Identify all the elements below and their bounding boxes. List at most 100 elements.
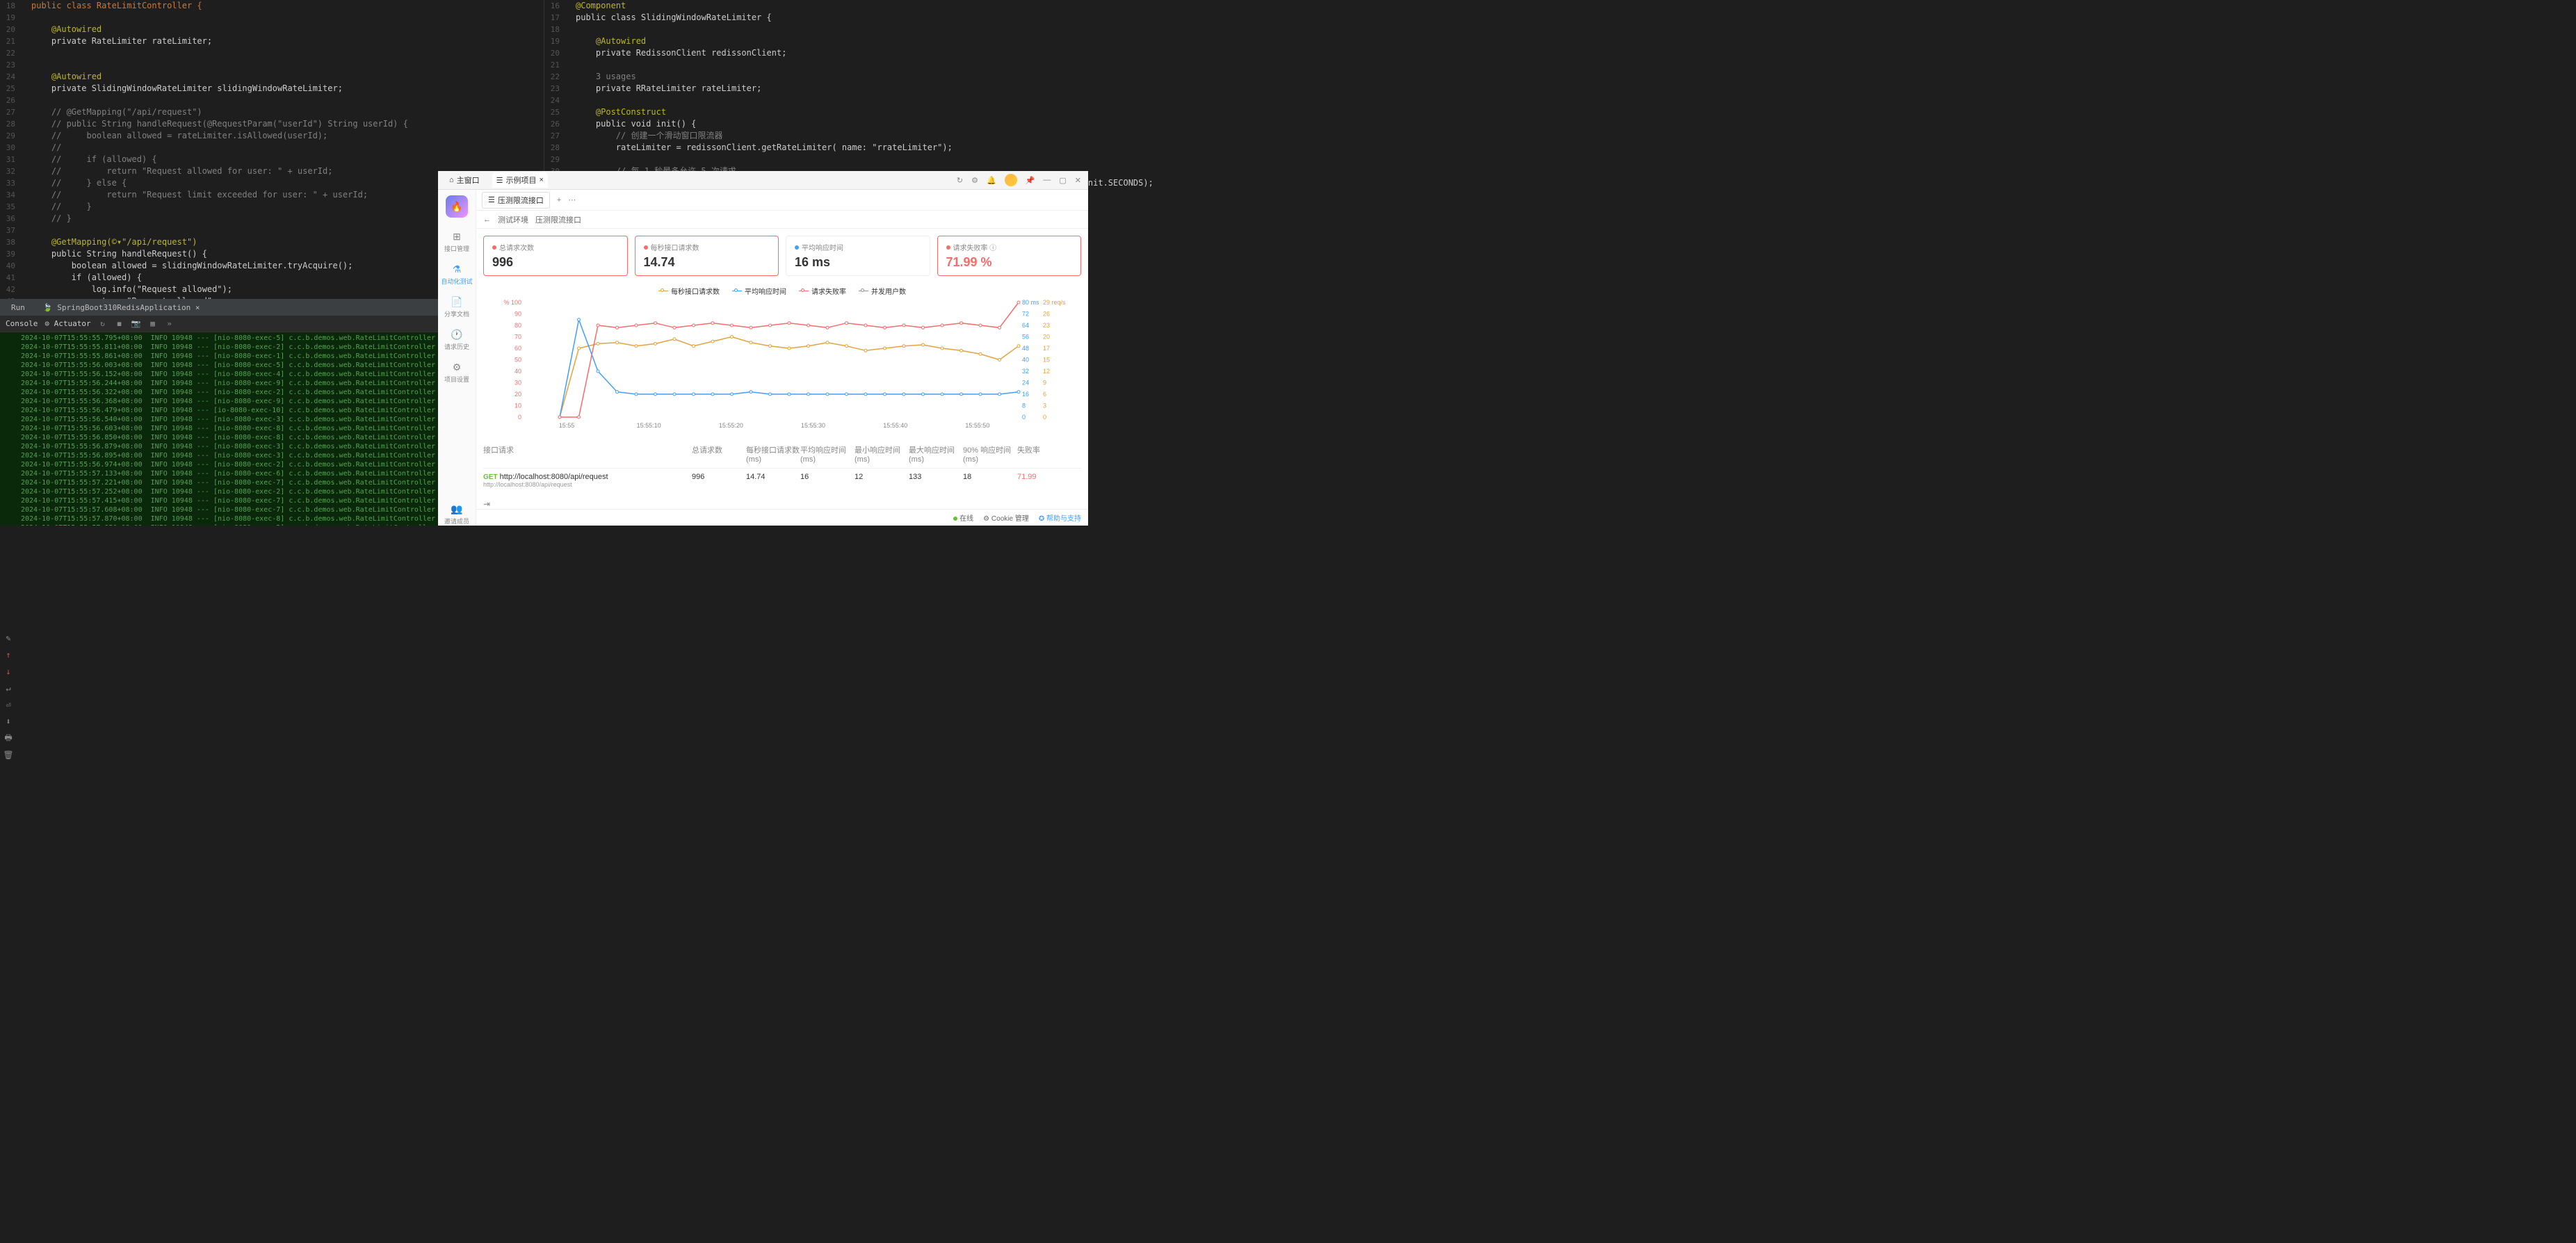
- return-icon[interactable]: ↵: [3, 683, 14, 694]
- console-tab[interactable]: Console: [6, 319, 38, 328]
- online-status: 在线: [953, 512, 973, 523]
- log-output[interactable]: 2024-10-07T15:55:55.795+08:00 INFO 10948…: [0, 332, 438, 526]
- print-icon[interactable]: 🖶: [3, 733, 14, 744]
- refresh-icon[interactable]: ↻: [957, 176, 963, 185]
- svg-text:30: 30: [515, 380, 521, 387]
- svg-text:70: 70: [515, 334, 521, 341]
- svg-text:8: 8: [1022, 403, 1026, 409]
- titlebar: ⌂ 主窗口 ☰ 示例项目 × ↻ ⚙ 🔔 📌 — ▢ ✕: [438, 171, 1088, 190]
- svg-text:48: 48: [1022, 345, 1029, 352]
- actuator-tab[interactable]: ⊙ Actuator: [44, 319, 90, 328]
- back-button[interactable]: ←: [483, 216, 491, 224]
- help-link[interactable]: ✪ 帮助与支持: [1039, 512, 1081, 523]
- user-plus-icon: 👥: [451, 503, 463, 515]
- svg-text:15:55:40: 15:55:40: [883, 422, 907, 429]
- sidebar-item-invite[interactable]: 👥邀请成员: [444, 503, 469, 526]
- svg-text:80: 80: [515, 322, 521, 329]
- svg-text:15: 15: [1043, 357, 1050, 364]
- svg-text:17: 17: [1043, 345, 1050, 352]
- avatar[interactable]: [1005, 174, 1017, 186]
- svg-text:20: 20: [1043, 334, 1050, 341]
- chart-svg: % 100908070605040302010080 ms72645648403…: [483, 299, 1081, 431]
- close-icon[interactable]: ✕: [1075, 176, 1081, 185]
- flask-icon: ⚗: [451, 263, 463, 275]
- sidebar-item-api[interactable]: ⊞接口管理: [444, 230, 469, 253]
- expand-icon[interactable]: ⇥: [483, 499, 490, 509]
- sidebar-item-autotest[interactable]: ⚗自动化测试: [441, 263, 472, 286]
- svg-text:6: 6: [1043, 391, 1046, 398]
- svg-text:23: 23: [1043, 322, 1050, 329]
- svg-text:72: 72: [1022, 311, 1029, 318]
- svg-text:15:55:10: 15:55:10: [637, 422, 661, 429]
- run-tab[interactable]: Run: [6, 301, 31, 314]
- down-arrow-icon[interactable]: ↓: [3, 666, 14, 677]
- svg-text:16: 16: [1022, 391, 1029, 398]
- run-tabs: Run 🍃 SpringBoot310RedisApplication ×: [0, 299, 438, 316]
- maximize-icon[interactable]: ▢: [1059, 176, 1066, 185]
- stop-icon[interactable]: ◼: [115, 319, 124, 329]
- run-config-tab[interactable]: 🍃 SpringBoot310RedisApplication ×: [38, 301, 206, 314]
- svg-text:20: 20: [515, 391, 521, 398]
- svg-text:50: 50: [515, 357, 521, 364]
- content-tab-active[interactable]: ☰ 压测限流接口: [482, 192, 550, 209]
- chart-legend: 每秒接口请求数平均响应时间请求失败率并发用户数: [483, 283, 1081, 299]
- svg-text:15:55:50: 15:55:50: [965, 422, 989, 429]
- svg-text:80 ms: 80 ms: [1022, 299, 1039, 306]
- results-table: 接口请求总请求数每秒接口请求数 (ms)平均响应时间 (ms)最小响应时间 (m…: [476, 433, 1088, 499]
- console-toolbar: Console ⊙ Actuator ↻ ◼ 📷 ▦ »: [0, 316, 438, 332]
- apifox-window: ⌂ 主窗口 ☰ 示例项目 × ↻ ⚙ 🔔 📌 — ▢ ✕ 🔥 ⊞接口管理 ⚗自动…: [438, 171, 1088, 526]
- api-icon: ⊞: [451, 230, 463, 243]
- scroll-icon[interactable]: ⬇: [3, 716, 14, 727]
- svg-text:32: 32: [1022, 368, 1029, 375]
- svg-text:56: 56: [1022, 334, 1029, 341]
- svg-text:90: 90: [515, 311, 521, 318]
- svg-text:15:55:30: 15:55:30: [801, 422, 825, 429]
- sidebar-item-settings[interactable]: ⚙项目设置: [444, 361, 469, 384]
- breadcrumb-env[interactable]: 测试环境: [498, 214, 528, 225]
- add-tab-button[interactable]: +: [557, 196, 561, 204]
- sidebar-item-history[interactable]: 🕐请求历史: [444, 328, 469, 351]
- bell-icon[interactable]: 🔔: [987, 176, 996, 185]
- svg-text:10: 10: [515, 403, 521, 409]
- main-content: ☰ 压测限流接口 + ⋯ ← 测试环境 压测限流接口 总请求次数996每秒接口请…: [476, 190, 1088, 526]
- pin-icon[interactable]: 📌: [1026, 176, 1035, 185]
- layout-icon[interactable]: ▦: [148, 319, 158, 329]
- logo-icon[interactable]: 🔥: [446, 195, 468, 218]
- svg-text:15:55:20: 15:55:20: [719, 422, 743, 429]
- svg-text:% 100: % 100: [503, 299, 521, 306]
- minimize-icon[interactable]: —: [1043, 176, 1051, 184]
- run-panel: Run 🍃 SpringBoot310RedisApplication × Co…: [0, 299, 438, 526]
- svg-text:0: 0: [1043, 414, 1046, 421]
- svg-text:29 req/s: 29 req/s: [1043, 299, 1066, 306]
- cookie-link[interactable]: ⚙ Cookie 管理: [983, 512, 1029, 523]
- stats-row: 总请求次数996每秒接口请求数14.74平均响应时间16 ms请求失败率 ⓘ71…: [476, 229, 1088, 283]
- svg-text:12: 12: [1043, 368, 1050, 375]
- clock-icon: 🕐: [451, 328, 463, 341]
- main-window-tab[interactable]: ⌂ 主窗口: [445, 172, 484, 188]
- svg-text:60: 60: [515, 345, 521, 352]
- project-tab[interactable]: ☰ 示例项目 ×: [492, 172, 548, 188]
- svg-text:26: 26: [1043, 311, 1050, 318]
- rerun-icon[interactable]: ↻: [98, 319, 108, 329]
- edit-icon[interactable]: ✎: [3, 633, 14, 644]
- svg-text:64: 64: [1022, 322, 1029, 329]
- camera-icon[interactable]: 📷: [131, 319, 141, 329]
- doc-icon: 📄: [451, 295, 463, 308]
- sidebar-item-share[interactable]: 📄分享文档: [444, 295, 469, 318]
- svg-text:24: 24: [1022, 380, 1029, 387]
- footer: 在线 ⚙ Cookie 管理 ✪ 帮助与支持: [476, 509, 1088, 526]
- svg-text:40: 40: [1022, 357, 1029, 364]
- svg-text:0: 0: [518, 414, 521, 421]
- breadcrumb: ← 测试环境 压测限流接口: [476, 211, 1088, 229]
- wrap-icon[interactable]: ⏎: [3, 699, 14, 710]
- table-row[interactable]: GET http://localhost:8080/api/requesthtt…: [483, 469, 1081, 492]
- more-icon[interactable]: »: [165, 319, 175, 329]
- gear-icon: ⚙: [451, 361, 463, 373]
- up-arrow-icon[interactable]: ↑: [3, 649, 14, 660]
- sidebar: 🔥 ⊞接口管理 ⚗自动化测试 📄分享文档 🕐请求历史 ⚙项目设置 👥邀请成员: [438, 190, 476, 526]
- more-tabs-icon[interactable]: ⋯: [568, 195, 576, 204]
- log-side-toolbar: ✎ ↑ ↓ ↵ ⏎ ⬇ 🖶 🗑: [3, 633, 14, 761]
- trash-icon[interactable]: 🗑: [3, 749, 14, 761]
- svg-text:0: 0: [1022, 414, 1026, 421]
- settings-icon[interactable]: ⚙: [971, 176, 978, 185]
